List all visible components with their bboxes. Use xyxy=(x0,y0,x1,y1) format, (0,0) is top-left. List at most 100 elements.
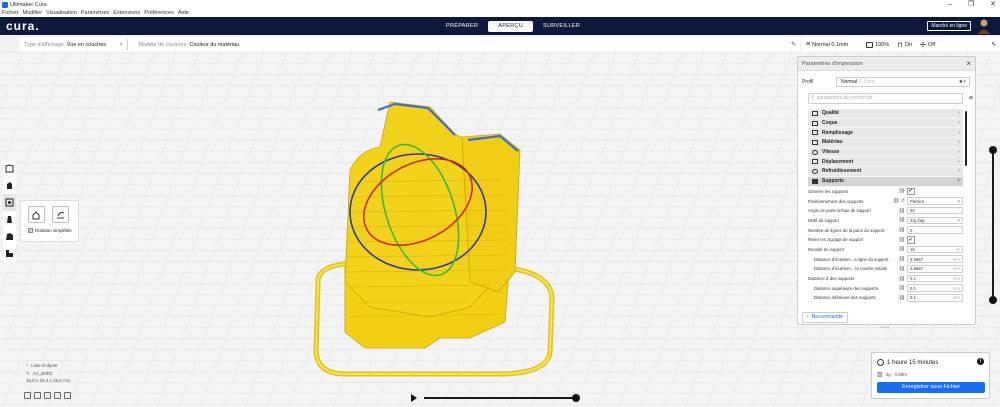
layer-slider-top-handle[interactable] xyxy=(989,146,997,154)
menu-view[interactable]: Visualisation xyxy=(46,10,77,16)
view-top-icon[interactable] xyxy=(44,392,51,399)
support-z-distance-input[interactable]: 0.1 mm xyxy=(907,274,963,283)
category-travel[interactable]: Déplacement ‹ xyxy=(808,157,963,168)
settings-search-input[interactable]: ⚲ paramètres de recherche xyxy=(808,93,963,104)
lay-flat-icon xyxy=(57,211,65,219)
path-slider-track[interactable] xyxy=(424,397,575,399)
link-icon[interactable]: ⛓ xyxy=(889,295,907,301)
link-reset-icons[interactable]: ⛓ ↺ xyxy=(889,198,907,204)
snap-rotation-checkbox[interactable]: ✔ xyxy=(28,228,33,233)
pencil-icon[interactable]: ✎ xyxy=(991,42,996,48)
category-cooling[interactable]: Refroidissement ‹ xyxy=(808,167,963,177)
object-list-toggle[interactable]: ^ Liste d'objets xyxy=(26,362,71,370)
support-blocker-tool[interactable] xyxy=(3,245,16,262)
close-icon[interactable]: ✕ xyxy=(990,0,996,9)
setting-value: Zig Zag xyxy=(910,217,925,223)
link-icon[interactable]: ⛓ xyxy=(889,208,907,214)
support-pattern-select[interactable]: Zig Zag ˅ xyxy=(907,216,963,225)
adhesion-summary[interactable]: ✢ Off xyxy=(920,41,935,49)
profile-summary[interactable]: ≡ Normal 0.1mm xyxy=(806,41,848,48)
category-material[interactable]: Matériau ‹ xyxy=(808,138,963,148)
view-type-select[interactable]: Vue en couches xyxy=(67,42,106,48)
per-model-settings-tool[interactable] xyxy=(3,228,16,245)
print-settings-header: Paramètres d'impression × xyxy=(798,57,975,71)
support-bottom-distance-input[interactable]: 0.1 mm xyxy=(907,294,963,302)
link-icon[interactable]: ⛓ xyxy=(889,188,907,194)
initial-layer-distance-input[interactable]: 2.6667 mm xyxy=(907,265,963,273)
play-icon[interactable] xyxy=(411,394,417,402)
tab-prepare[interactable]: PRÉPARER xyxy=(436,21,488,32)
view-3d-icon[interactable] xyxy=(24,392,31,399)
print-setup-bar[interactable]: ≡ Normal 0.1mm 100% ⊓ On ✢ Off ✎ xyxy=(801,37,1000,52)
category-quality[interactable]: Qualité ‹ xyxy=(808,109,963,119)
recommended-button[interactable]: ‹ Recommandé xyxy=(802,312,848,323)
object-dimensions-row: 15,0 x 19,4 x 25,5 mm xyxy=(26,378,71,384)
view-left-icon[interactable] xyxy=(54,392,61,399)
menu-help[interactable]: Aide xyxy=(178,10,189,16)
support-placement-select[interactable]: Partout ˅ xyxy=(907,197,963,205)
view-right-icon[interactable] xyxy=(64,392,71,399)
material-estimate: 3g · 0.89m xyxy=(885,372,908,377)
pencil-icon[interactable]: ✎ xyxy=(791,41,796,48)
support-density-input[interactable]: 15% xyxy=(907,245,963,254)
menu-settings[interactable]: Paramètres xyxy=(81,10,109,16)
category-support[interactable]: Supports ˅ xyxy=(808,176,963,187)
link-icon[interactable]: ⛓ xyxy=(889,266,907,272)
link-icon[interactable]: ⛓ xyxy=(889,285,907,291)
scale-icon xyxy=(7,182,12,189)
close-icon[interactable]: × xyxy=(966,59,971,68)
infill-summary[interactable]: 100% xyxy=(866,41,889,48)
path-slider-handle[interactable] xyxy=(572,394,580,402)
support-angle-input[interactable]: 50 ° xyxy=(907,206,963,215)
category-shell[interactable]: Coque ‹ xyxy=(808,118,963,129)
panel-resize-handle[interactable]: • • • xyxy=(881,325,889,331)
menu-file[interactable]: Fichier xyxy=(2,10,19,16)
star-icon[interactable]: ★˅ xyxy=(959,78,966,86)
snap-rotation-option[interactable]: ✔ Rotation simplifiée xyxy=(28,228,72,233)
maximize-icon[interactable]: ❐ xyxy=(968,0,974,9)
minimize-icon[interactable]: – xyxy=(948,0,952,9)
profile-select[interactable]: Normal 0.1mm ★˅ xyxy=(836,77,970,87)
support-line-distance-input[interactable]: 2.6667 mm xyxy=(907,255,963,263)
layer-slider-track[interactable] xyxy=(992,150,994,300)
lay-flat-button[interactable] xyxy=(52,206,69,223)
link-icon[interactable]: ⛓ xyxy=(889,246,907,252)
menu-edit[interactable]: Modifier xyxy=(23,10,43,16)
support-summary[interactable]: ⊓ On xyxy=(897,41,912,49)
link-icon[interactable]: ⛓ xyxy=(889,227,907,233)
support-top-distance-input[interactable]: 0.1 mm xyxy=(907,284,963,292)
marketplace-button[interactable]: Marché en ligne xyxy=(927,21,971,31)
move-tool[interactable] xyxy=(3,160,16,177)
recommended-button-label: Recommandé xyxy=(811,314,843,320)
menu-preferences[interactable]: Préférences xyxy=(144,10,174,16)
info-icon[interactable]: i xyxy=(977,358,984,365)
link-icon[interactable]: ⛓ xyxy=(889,217,907,223)
view-front-icon[interactable] xyxy=(34,392,41,399)
layer-slider-bottom-handle[interactable] xyxy=(989,296,997,304)
support-wall-lines-input[interactable]: 0 xyxy=(907,226,963,234)
color-scheme-select[interactable]: Couleur du matériau xyxy=(189,42,239,48)
category-shell-label: Coque xyxy=(822,120,838,127)
user-avatar-icon[interactable] xyxy=(976,18,992,34)
settings-search-row: ⚲ paramètres de recherche ≡ xyxy=(808,93,973,104)
hamburger-menu-icon[interactable]: ≡ xyxy=(963,95,973,102)
scale-tool[interactable] xyxy=(3,177,16,194)
tab-preview[interactable]: APERÇU xyxy=(488,21,533,32)
speed-icon xyxy=(808,149,822,155)
settings-scrollbar[interactable] xyxy=(965,111,967,166)
reset-rotation-button[interactable] xyxy=(28,206,45,223)
mirror-tool[interactable] xyxy=(3,211,16,228)
category-infill[interactable]: Remplissage ‹ xyxy=(808,128,963,139)
link-icon[interactable]: ⛓ xyxy=(889,237,907,243)
link-icon[interactable]: ⛓ xyxy=(889,256,907,262)
print-settings-panel: Paramètres d'impression × Profil Normal 0… xyxy=(797,56,976,325)
menu-extensions[interactable]: Extensions xyxy=(113,10,140,16)
link-icon[interactable]: ⛓ xyxy=(889,276,907,282)
tab-monitor[interactable]: SURVEILLER xyxy=(533,21,590,32)
support-enable-checkbox[interactable]: ✔ xyxy=(907,187,915,196)
chevron-left-icon[interactable]: ‹ xyxy=(120,41,122,48)
rotate-tool[interactable] xyxy=(3,194,16,211)
save-to-file-button[interactable]: Enregistrer sous Fichier xyxy=(877,382,985,393)
connect-zigzags-checkbox[interactable]: ✔ xyxy=(907,236,915,244)
category-speed[interactable]: Vitesse ‹ xyxy=(808,147,963,158)
